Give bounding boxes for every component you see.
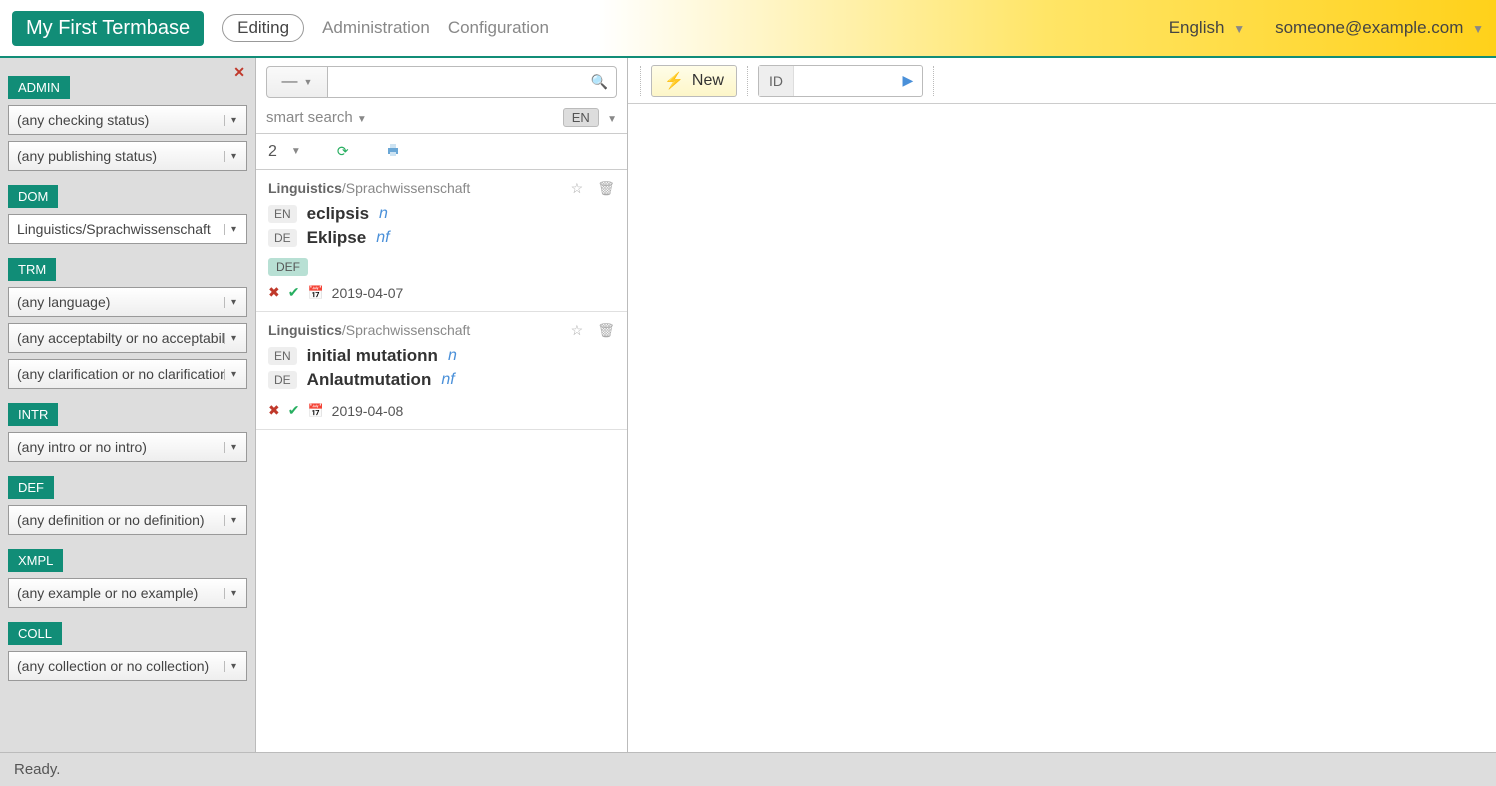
term-pos: n [448, 347, 457, 365]
collection-select[interactable]: (any collection or no collection)▾ [8, 651, 247, 681]
chevron-down-icon: ▼ [304, 77, 313, 87]
chevron-down-icon: ▼ [1233, 22, 1245, 36]
results-panel: — ▼ 🔍 smart search ▼ EN ▼ 2 ▼ [256, 58, 628, 752]
chevron-down-icon: ▾ [224, 661, 238, 672]
term-pos: n [379, 205, 388, 223]
term-row: EN eclipsis n [268, 204, 615, 224]
entry-meta: ✖ ✔ 📅 2019-04-08 [268, 402, 615, 419]
user-menu[interactable]: someone@example.com ▼ [1275, 18, 1484, 38]
checking-status-select[interactable]: (any checking status)▾ [8, 105, 247, 135]
term-row: DE Anlautmutation nf [268, 370, 615, 390]
filter-section-admin: ADMIN [8, 76, 70, 99]
filter-section-def: DEF [8, 476, 54, 499]
term-text: Eklipse [307, 228, 367, 248]
term-pos: nf [441, 371, 454, 389]
publishing-status-select[interactable]: (any publishing status)▾ [8, 141, 247, 171]
def-badge: DEF [268, 258, 308, 276]
filter-sidebar: ✕ ADMIN (any checking status)▾ (any publ… [0, 58, 256, 752]
not-checked-icon[interactable]: ✖ [268, 402, 280, 419]
chevron-down-icon: ▾ [224, 297, 238, 308]
nav-administration[interactable]: Administration [322, 18, 430, 38]
chevron-down-icon: ▾ [224, 224, 238, 235]
term-row: DE Eklipse nf [268, 228, 615, 248]
trash-icon[interactable]: 🗑 [597, 322, 615, 339]
chevron-down-icon: ▾ [224, 442, 238, 453]
id-label: ID [759, 66, 794, 96]
calendar-icon: 📅 [307, 403, 323, 419]
id-lookup: ID ▶ [758, 65, 923, 97]
chevron-down-icon: ▾ [224, 115, 238, 126]
acceptability-select[interactable]: (any acceptabilty or no acceptability)▾ [8, 323, 247, 353]
entry-date: 2019-04-07 [332, 285, 404, 301]
filter-section-intr: INTR [8, 403, 58, 426]
nav-editing[interactable]: Editing [222, 14, 304, 42]
filter-section-trm: TRM [8, 258, 56, 281]
domain-select[interactable]: Linguistics/Sprachwissenschaft▾ [8, 214, 247, 244]
chevron-down-icon: ▾ [224, 333, 238, 344]
entry-meta: ✖ ✔ 📅 2019-04-07 [268, 284, 615, 301]
lang-badge: DE [268, 229, 297, 247]
chevron-down-icon: ▾ [224, 515, 238, 526]
chevron-down-icon: ▼ [357, 114, 367, 125]
lang-badge: EN [268, 347, 297, 365]
new-button[interactable]: ⚡ New [651, 65, 737, 97]
chevron-down-icon: ▾ [224, 588, 238, 599]
filter-section-dom: DOM [8, 185, 58, 208]
lang-badge: EN [268, 205, 297, 223]
status-text: Ready. [14, 761, 60, 778]
language-select[interactable]: (any language)▾ [8, 287, 247, 317]
entry-domain: Linguistics/Sprachwissenschaft [268, 180, 615, 196]
entry-date: 2019-04-08 [332, 403, 404, 419]
checked-icon[interactable]: ✔ [288, 284, 300, 301]
close-icon[interactable]: ✕ [233, 64, 245, 81]
chevron-down-icon: ▾ [224, 369, 238, 380]
smart-search-toggle[interactable]: smart search ▼ [266, 109, 367, 126]
nav-configuration[interactable]: Configuration [448, 18, 549, 38]
star-icon[interactable]: ☆ [571, 322, 584, 339]
search-lang-pill[interactable]: EN [563, 108, 599, 127]
chevron-down-icon: ▼ [1472, 22, 1484, 36]
id-input[interactable] [794, 66, 894, 96]
entry[interactable]: Linguistics/Sprachwissenschaft☆ 🗑 EN initia… [256, 312, 627, 430]
term-row: EN initial mutationn n [268, 346, 615, 366]
go-icon[interactable]: ▶ [894, 72, 922, 89]
chevron-down-icon[interactable]: ▼ [607, 114, 617, 125]
filter-section-coll: COLL [8, 622, 62, 645]
calendar-icon: 📅 [307, 285, 323, 301]
status-bar: Ready. [0, 752, 1496, 786]
bolt-icon: ⚡ [664, 71, 684, 91]
term-text: Anlautmutation [307, 370, 432, 390]
result-count: 2 [268, 143, 277, 161]
ui-language-selector[interactable]: English ▼ [1169, 18, 1245, 38]
not-checked-icon[interactable]: ✖ [268, 284, 280, 301]
app-header: My First Termbase Editing Administration… [0, 0, 1496, 58]
search-icon[interactable]: 🔍 [591, 74, 608, 91]
search-mode-select[interactable]: — ▼ [266, 66, 328, 98]
print-icon[interactable] [385, 142, 401, 161]
intro-select[interactable]: (any intro or no intro)▾ [8, 432, 247, 462]
checked-icon[interactable]: ✔ [288, 402, 300, 419]
clarification-select[interactable]: (any clarification or no clarification)▾ [8, 359, 247, 389]
lang-badge: DE [268, 371, 297, 389]
chevron-down-icon: ▾ [224, 151, 238, 162]
entry[interactable]: Linguistics/Sprachwissenschaft☆ 🗑 EN eclips… [256, 170, 627, 312]
detail-panel: ⚡ New ID ▶ [628, 58, 1496, 752]
term-text: eclipsis [307, 204, 369, 224]
example-select[interactable]: (any example or no example)▾ [8, 578, 247, 608]
refresh-icon[interactable]: ⟳ [337, 143, 349, 160]
star-icon[interactable]: ☆ [571, 180, 584, 197]
termbase-name[interactable]: My First Termbase [12, 11, 204, 46]
term-pos: nf [376, 229, 389, 247]
entry-domain: Linguistics/Sprachwissenschaft [268, 322, 615, 338]
chevron-down-icon[interactable]: ▼ [291, 146, 301, 157]
search-input[interactable]: 🔍 [328, 66, 617, 98]
filter-section-xmpl: XMPL [8, 549, 63, 572]
term-text: initial mutationn [307, 346, 438, 366]
definition-select[interactable]: (any definition or no definition)▾ [8, 505, 247, 535]
trash-icon[interactable]: 🗑 [597, 180, 615, 197]
